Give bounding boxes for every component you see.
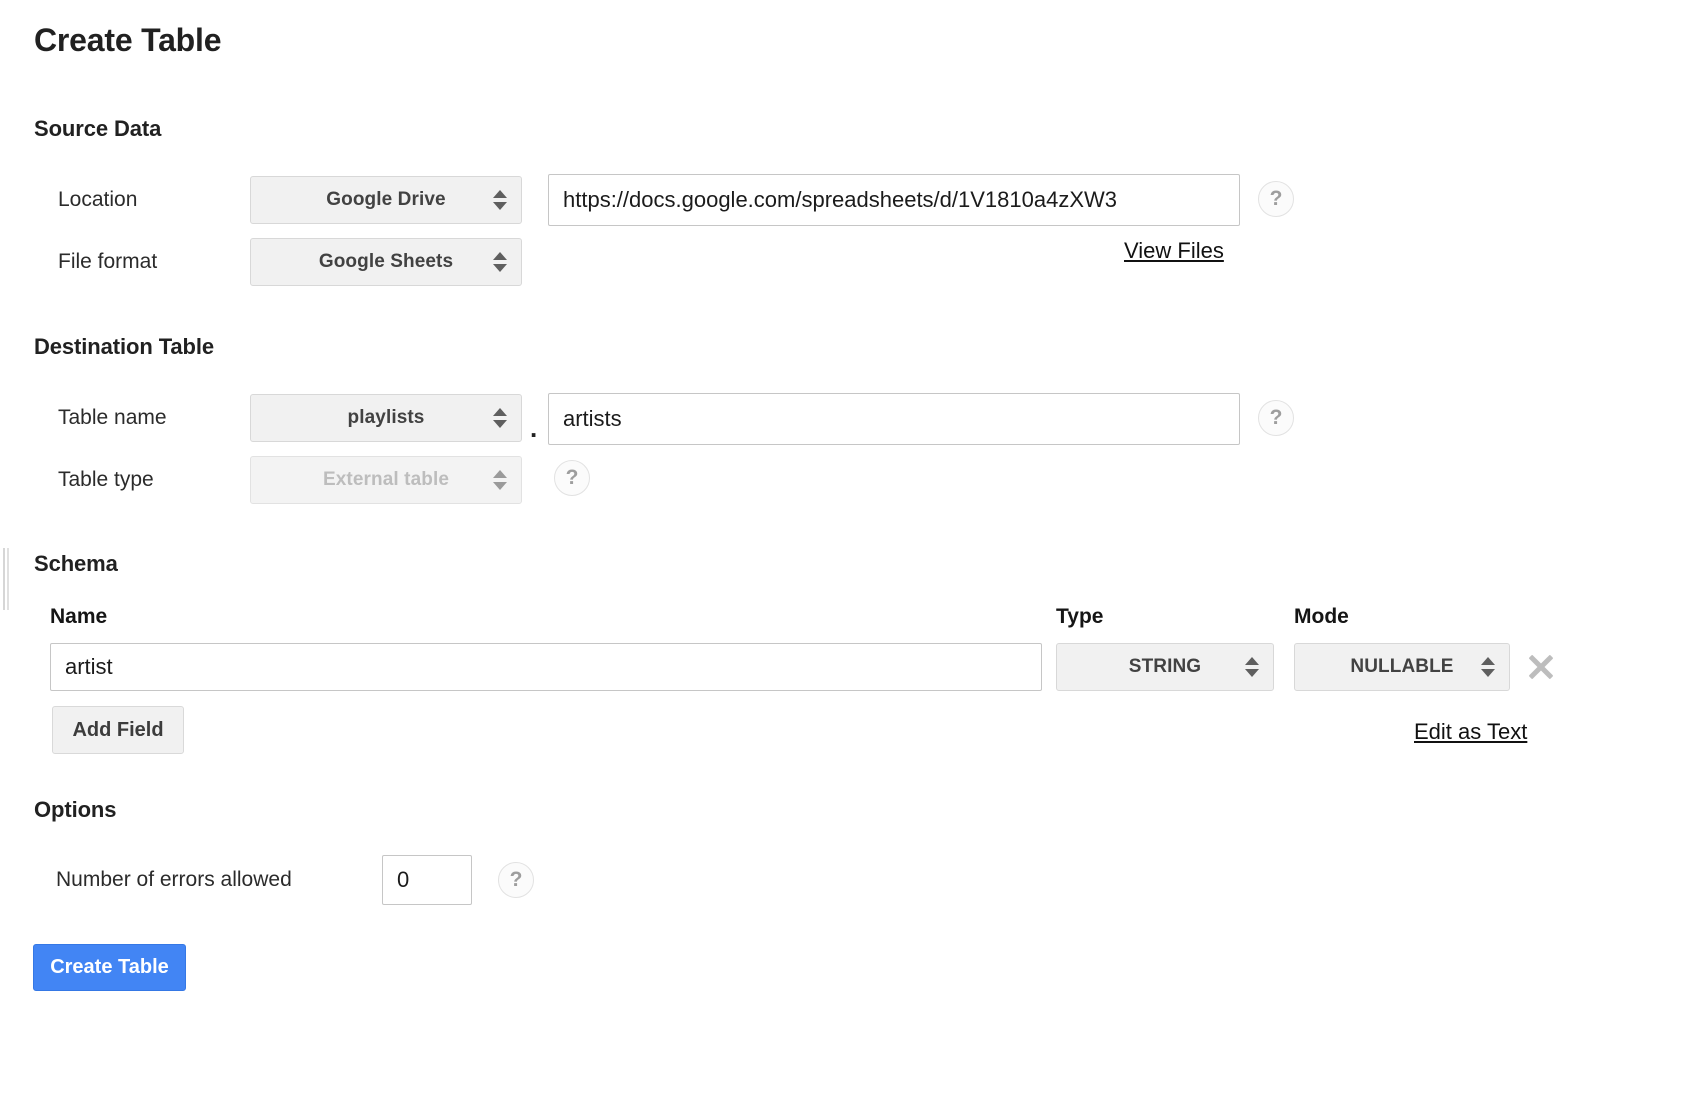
chevron-updown-icon	[493, 190, 507, 210]
dataset-table-separator: .	[530, 415, 537, 441]
chevron-updown-icon	[1481, 657, 1495, 677]
add-field-label: Add Field	[72, 719, 163, 742]
chevron-updown-icon	[493, 252, 507, 272]
source-data-heading: Source Data	[34, 116, 161, 142]
page-title: Create Table	[34, 22, 221, 59]
table-name-help-icon[interactable]: ?	[1258, 400, 1294, 436]
schema-field-type-select[interactable]: STRING	[1056, 643, 1274, 691]
source-uri-input[interactable]	[548, 174, 1240, 226]
schema-field-mode-value: NULLABLE	[1350, 656, 1453, 678]
schema-field-mode-select[interactable]: NULLABLE	[1294, 643, 1510, 691]
schema-heading: Schema	[34, 551, 118, 577]
file-format-select[interactable]: Google Sheets	[250, 238, 522, 286]
table-type-select[interactable]: External table	[250, 456, 522, 504]
schema-field-type-value: STRING	[1129, 656, 1201, 678]
dataset-select-value: playlists	[348, 407, 425, 429]
destination-table-heading: Destination Table	[34, 334, 214, 360]
options-heading: Options	[34, 797, 116, 823]
dataset-select[interactable]: playlists	[250, 394, 522, 442]
schema-field-name-input[interactable]	[50, 643, 1042, 691]
add-field-button[interactable]: Add Field	[52, 706, 184, 754]
location-label: Location	[58, 188, 137, 212]
file-format-label: File format	[58, 250, 157, 274]
file-format-select-value: Google Sheets	[319, 251, 453, 273]
edit-as-text-link[interactable]: Edit as Text	[1414, 719, 1527, 745]
chevron-updown-icon	[493, 408, 507, 428]
location-select[interactable]: Google Drive	[250, 176, 522, 224]
table-type-label: Table type	[58, 468, 154, 492]
errors-allowed-input[interactable]	[382, 855, 472, 905]
schema-column-header-mode: Mode	[1294, 605, 1349, 629]
table-type-help-icon[interactable]: ?	[554, 460, 590, 496]
table-name-label: Table name	[58, 406, 167, 430]
create-table-button-label: Create Table	[50, 956, 169, 979]
chevron-updown-icon	[1245, 657, 1259, 677]
errors-allowed-help-icon[interactable]: ?	[498, 862, 534, 898]
remove-field-icon[interactable]	[1524, 650, 1558, 684]
schema-column-header-name: Name	[50, 605, 107, 629]
left-edge-artifact-secondary	[7, 548, 9, 610]
create-table-button[interactable]: Create Table	[33, 944, 186, 991]
create-table-page: Create Table Source Data Location Google…	[0, 0, 1700, 1095]
view-files-link[interactable]: View Files	[1124, 238, 1224, 264]
left-edge-artifact	[3, 548, 5, 610]
schema-column-header-type: Type	[1056, 605, 1103, 629]
source-uri-help-icon[interactable]: ?	[1258, 181, 1294, 217]
location-select-value: Google Drive	[326, 189, 445, 211]
table-type-select-value: External table	[323, 469, 449, 491]
table-name-input[interactable]	[548, 393, 1240, 445]
chevron-updown-icon	[493, 470, 507, 490]
errors-allowed-label: Number of errors allowed	[56, 868, 292, 892]
